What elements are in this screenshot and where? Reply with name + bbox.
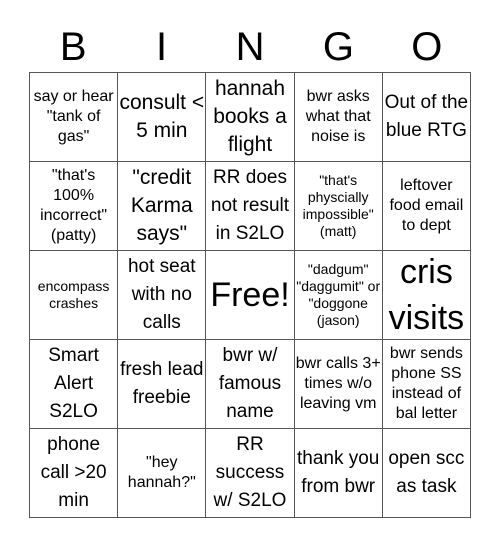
header-letter-b: B — [59, 25, 87, 69]
bingo-cell-text: leftover food email to dept — [389, 177, 464, 234]
bingo-cell[interactable]: RR success w/ S2LO — [206, 429, 295, 518]
header-letter-g: G — [322, 25, 354, 69]
bingo-cell[interactable]: leftover food email to dept — [382, 162, 471, 251]
bingo-cell-text: cris visits — [388, 253, 465, 337]
bingo-cell-text: hot seat with no calls — [127, 256, 196, 333]
bingo-cell-text: encompass crashes — [37, 278, 110, 311]
bingo-cell-text: "dadgum" "daggumit" or "doggone (jason) — [296, 261, 381, 328]
bingo-cell-free[interactable]: Free! — [206, 251, 295, 340]
bingo-cell[interactable]: fresh lead freebie — [118, 340, 207, 429]
bingo-cell-text: bwr w/ famous name — [218, 345, 282, 422]
bingo-cell-text: RR does not result in S2LO — [210, 167, 290, 244]
bingo-cell-text: "that's physcially impossible" (matt) — [302, 172, 374, 239]
bingo-cell[interactable]: phone call >20 min — [30, 429, 119, 518]
bingo-cell-text: open scc as task — [388, 448, 465, 497]
header-letter-i: I — [156, 25, 168, 69]
bingo-cell-text: Free! — [210, 276, 290, 314]
bingo-cell-text: "hey hannah?" — [127, 454, 196, 491]
bingo-cell-text: thank you from bwr — [296, 448, 380, 497]
bingo-cell[interactable]: thank you from bwr — [294, 429, 383, 518]
bingo-cell[interactable]: consult < 5 min — [118, 73, 207, 162]
bingo-cell[interactable]: "that's physcially impossible" (matt) — [294, 162, 383, 251]
bingo-cell-text: hannah books a flight — [213, 77, 287, 156]
bingo-cell[interactable]: bwr calls 3+ times w/o leaving vm — [294, 340, 383, 429]
bingo-cell[interactable]: "that's 100% incorrect" (patty) — [30, 162, 119, 251]
bingo-cell[interactable]: cris visits — [382, 251, 471, 340]
bingo-cell-text: bwr calls 3+ times w/o leaving vm — [295, 355, 381, 412]
bingo-cell-text: bwr asks what that noise is — [305, 88, 371, 145]
bingo-cell[interactable]: bwr sends phone SS instead of bal letter — [382, 340, 471, 429]
bingo-cell-text: phone call >20 min — [40, 434, 107, 511]
bingo-cell[interactable]: "hey hannah?" — [118, 429, 207, 518]
bingo-cell[interactable]: "credit Karma says" — [118, 162, 207, 251]
bingo-cell-text: consult < 5 min — [119, 91, 205, 142]
bingo-cell-text: "that's 100% incorrect" (patty) — [40, 167, 108, 244]
bingo-cell-text: Smart Alert S2LO — [48, 345, 99, 422]
bingo-cell[interactable]: hannah books a flight — [206, 73, 295, 162]
bingo-cell[interactable]: "dadgum" "daggumit" or "doggone (jason) — [294, 251, 383, 340]
bingo-cell[interactable]: Out of the blue RTG — [382, 73, 471, 162]
bingo-cell[interactable]: RR does not result in S2LO — [206, 162, 295, 251]
header-letter-o: O — [411, 25, 443, 69]
bingo-cell-text: fresh lead freebie — [120, 359, 204, 408]
bingo-cell-text: bwr sends phone SS instead of bal letter — [389, 345, 463, 422]
header-letter-n: N — [235, 25, 265, 69]
bingo-header: B I N G O — [29, 22, 471, 72]
bingo-cell[interactable]: bwr asks what that noise is — [294, 73, 383, 162]
bingo-cell[interactable]: bwr w/ famous name — [206, 340, 295, 429]
bingo-cell-text: say or hear "tank of gas" — [33, 88, 114, 145]
bingo-cell[interactable]: hot seat with no calls — [118, 251, 207, 340]
bingo-cell[interactable]: open scc as task — [382, 429, 471, 518]
bingo-board: say or hear "tank of gas" consult < 5 min… — [29, 72, 471, 518]
bingo-cell-text: Out of the blue RTG — [384, 92, 469, 141]
bingo-cell-text: "credit Karma says" — [130, 166, 193, 245]
bingo-cell[interactable]: Smart Alert S2LO — [30, 340, 119, 429]
bingo-cell[interactable]: encompass crashes — [30, 251, 119, 340]
bingo-cell[interactable]: say or hear "tank of gas" — [30, 73, 119, 162]
bingo-cell-text: RR success w/ S2LO — [213, 434, 287, 511]
